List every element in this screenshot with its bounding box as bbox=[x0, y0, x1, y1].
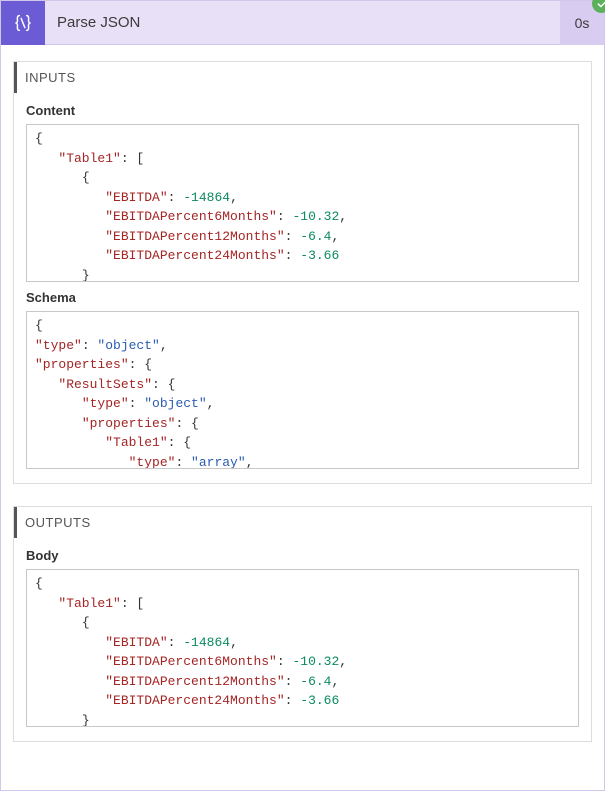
action-card: Parse JSON 0s INPUTS Content { "Table1":… bbox=[0, 0, 605, 791]
outputs-header: OUTPUTS bbox=[14, 507, 579, 538]
action-title: Parse JSON bbox=[45, 14, 560, 31]
outputs-section: OUTPUTS Body { "Table1": [ { "EBITDA": -… bbox=[13, 506, 592, 742]
content-label: Content bbox=[26, 103, 579, 118]
schema-value[interactable]: { "type": "object", "properties": { "Res… bbox=[26, 311, 579, 469]
body-value[interactable]: { "Table1": [ { "EBITDA": -14864, "EBITD… bbox=[26, 569, 579, 727]
schema-label: Schema bbox=[26, 290, 579, 305]
inputs-section: INPUTS Content { "Table1": [ { "EBITDA":… bbox=[13, 61, 592, 484]
body-label: Body bbox=[26, 548, 579, 563]
action-body: INPUTS Content { "Table1": [ { "EBITDA":… bbox=[1, 45, 604, 776]
action-header[interactable]: Parse JSON 0s bbox=[1, 1, 604, 45]
inputs-header: INPUTS bbox=[14, 62, 579, 93]
content-value[interactable]: { "Table1": [ { "EBITDA": -14864, "EBITD… bbox=[26, 124, 579, 282]
parse-json-icon bbox=[1, 1, 45, 45]
